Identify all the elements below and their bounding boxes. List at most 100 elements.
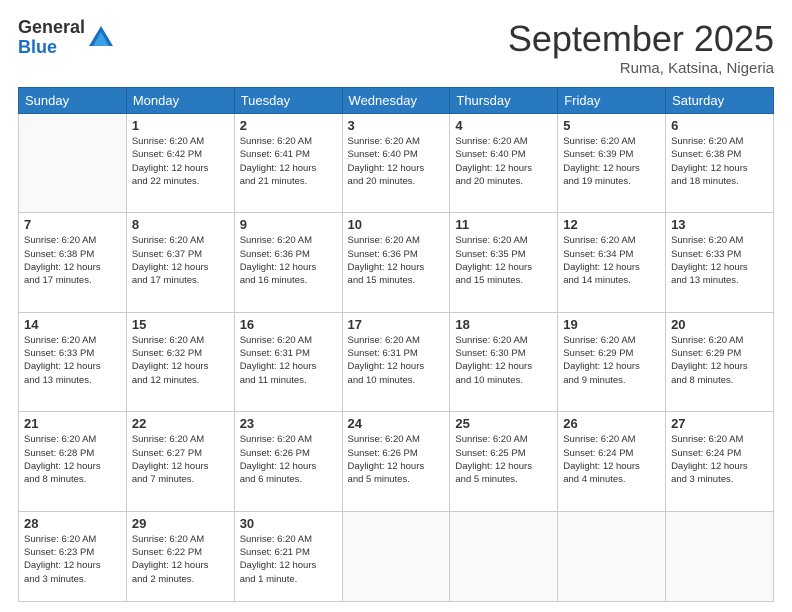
day-number: 1 [132, 118, 229, 133]
calendar-cell: 20 Sunrise: 6:20 AM Sunset: 6:29 PM Dayli… [666, 312, 774, 411]
day-number: 3 [348, 118, 445, 133]
page: General Blue September 2025 Ruma, Katsin… [0, 0, 792, 612]
day-number: 15 [132, 317, 229, 332]
day-info: Sunrise: 6:20 AM Sunset: 6:40 PM Dayligh… [455, 135, 552, 188]
calendar-cell: 6Sunrise: 6:20 AM Sunset: 6:38 PM Daylig… [666, 114, 774, 213]
day-number: 27 [671, 416, 768, 431]
day-number: 21 [24, 416, 121, 431]
calendar-cell: 18 Sunrise: 6:20 AM Sunset: 6:30 PM Dayli… [450, 312, 558, 411]
day-info: Sunrise: 6:20 AM Sunset: 6:33 PM Dayligh… [24, 334, 121, 387]
calendar-cell: 15 Sunrise: 6:20 AM Sunset: 6:32 PM Dayli… [126, 312, 234, 411]
day-info: Sunrise: 6:20 AM Sunset: 6:24 PM Dayligh… [671, 433, 768, 486]
week-row-4: 21 Sunrise: 6:20 AM Sunset: 6:28 PM Dayli… [19, 412, 774, 511]
calendar-cell: 7 Sunrise: 6:20 AM Sunset: 6:38 PM Daylig… [19, 213, 127, 312]
calendar-cell: 2Sunrise: 6:20 AM Sunset: 6:41 PM Daylig… [234, 114, 342, 213]
day-number: 13 [671, 217, 768, 232]
calendar-cell: 5Sunrise: 6:20 AM Sunset: 6:39 PM Daylig… [558, 114, 666, 213]
calendar-cell: 21 Sunrise: 6:20 AM Sunset: 6:28 PM Dayli… [19, 412, 127, 511]
day-number: 26 [563, 416, 660, 431]
day-number: 6 [671, 118, 768, 133]
day-number: 24 [348, 416, 445, 431]
day-number: 12 [563, 217, 660, 232]
col-friday: Friday [558, 88, 666, 114]
calendar-cell: 28 Sunrise: 6:20 AM Sunset: 6:23 PM Dayli… [19, 511, 127, 601]
day-number: 20 [671, 317, 768, 332]
header: General Blue September 2025 Ruma, Katsin… [18, 18, 774, 77]
calendar-cell [342, 511, 450, 601]
day-number: 25 [455, 416, 552, 431]
day-number: 2 [240, 118, 337, 133]
calendar-cell: 4 Sunrise: 6:20 AM Sunset: 6:40 PM Daylig… [450, 114, 558, 213]
col-sunday: Sunday [19, 88, 127, 114]
calendar-cell: 8 Sunrise: 6:20 AM Sunset: 6:37 PM Daylig… [126, 213, 234, 312]
day-number: 28 [24, 516, 121, 531]
logo-blue: Blue [18, 38, 85, 58]
day-number: 8 [132, 217, 229, 232]
calendar-cell: 1 Sunrise: 6:20 AM Sunset: 6:42 PM Daylig… [126, 114, 234, 213]
week-row-2: 7 Sunrise: 6:20 AM Sunset: 6:38 PM Daylig… [19, 213, 774, 312]
day-info: Sunrise: 6:20 AM Sunset: 6:36 PM Dayligh… [348, 234, 445, 287]
calendar-cell: 24Sunrise: 6:20 AM Sunset: 6:26 PM Dayli… [342, 412, 450, 511]
calendar-cell: 3 Sunrise: 6:20 AM Sunset: 6:40 PM Daylig… [342, 114, 450, 213]
day-info: Sunrise: 6:20 AM Sunset: 6:34 PM Dayligh… [563, 234, 660, 287]
logo-icon [87, 24, 115, 52]
day-info: Sunrise: 6:20 AM Sunset: 6:29 PM Dayligh… [563, 334, 660, 387]
day-number: 9 [240, 217, 337, 232]
day-number: 14 [24, 317, 121, 332]
calendar-cell: 13Sunrise: 6:20 AM Sunset: 6:33 PM Dayli… [666, 213, 774, 312]
day-info: Sunrise: 6:20 AM Sunset: 6:31 PM Dayligh… [240, 334, 337, 387]
day-number: 10 [348, 217, 445, 232]
day-info: Sunrise: 6:20 AM Sunset: 6:21 PM Dayligh… [240, 533, 337, 586]
week-row-5: 28 Sunrise: 6:20 AM Sunset: 6:23 PM Dayli… [19, 511, 774, 601]
calendar-cell: 12 Sunrise: 6:20 AM Sunset: 6:34 PM Dayli… [558, 213, 666, 312]
day-info: Sunrise: 6:20 AM Sunset: 6:42 PM Dayligh… [132, 135, 229, 188]
day-info: Sunrise: 6:20 AM Sunset: 6:40 PM Dayligh… [348, 135, 445, 188]
day-number: 4 [455, 118, 552, 133]
day-info: Sunrise: 6:20 AM Sunset: 6:32 PM Dayligh… [132, 334, 229, 387]
month-title: September 2025 [508, 18, 774, 60]
day-number: 19 [563, 317, 660, 332]
calendar-cell: 19 Sunrise: 6:20 AM Sunset: 6:29 PM Dayli… [558, 312, 666, 411]
day-number: 17 [348, 317, 445, 332]
logo-general: General [18, 18, 85, 38]
calendar-cell [19, 114, 127, 213]
col-thursday: Thursday [450, 88, 558, 114]
day-info: Sunrise: 6:20 AM Sunset: 6:28 PM Dayligh… [24, 433, 121, 486]
calendar-cell: 22 Sunrise: 6:20 AM Sunset: 6:27 PM Dayli… [126, 412, 234, 511]
day-info: Sunrise: 6:20 AM Sunset: 6:25 PM Dayligh… [455, 433, 552, 486]
day-number: 30 [240, 516, 337, 531]
calendar-cell: 29Sunrise: 6:20 AM Sunset: 6:22 PM Dayli… [126, 511, 234, 601]
day-info: Sunrise: 6:20 AM Sunset: 6:36 PM Dayligh… [240, 234, 337, 287]
day-info: Sunrise: 6:20 AM Sunset: 6:31 PM Dayligh… [348, 334, 445, 387]
day-number: 11 [455, 217, 552, 232]
title-block: September 2025 Ruma, Katsina, Nigeria [508, 18, 774, 77]
calendar-cell: 10 Sunrise: 6:20 AM Sunset: 6:36 PM Dayli… [342, 213, 450, 312]
day-info: Sunrise: 6:20 AM Sunset: 6:35 PM Dayligh… [455, 234, 552, 287]
calendar-cell [450, 511, 558, 601]
calendar-cell [666, 511, 774, 601]
calendar-cell: 9 Sunrise: 6:20 AM Sunset: 6:36 PM Daylig… [234, 213, 342, 312]
week-row-3: 14 Sunrise: 6:20 AM Sunset: 6:33 PM Dayli… [19, 312, 774, 411]
day-number: 22 [132, 416, 229, 431]
day-info: Sunrise: 6:20 AM Sunset: 6:30 PM Dayligh… [455, 334, 552, 387]
calendar-cell: 23Sunrise: 6:20 AM Sunset: 6:26 PM Dayli… [234, 412, 342, 511]
calendar-table: Sunday Monday Tuesday Wednesday Thursday… [18, 87, 774, 602]
calendar-cell: 14 Sunrise: 6:20 AM Sunset: 6:33 PM Dayli… [19, 312, 127, 411]
day-number: 7 [24, 217, 121, 232]
calendar-cell: 25 Sunrise: 6:20 AM Sunset: 6:25 PM Dayli… [450, 412, 558, 511]
calendar-cell: 27 Sunrise: 6:20 AM Sunset: 6:24 PM Dayli… [666, 412, 774, 511]
logo: General Blue [18, 18, 115, 58]
header-row: Sunday Monday Tuesday Wednesday Thursday… [19, 88, 774, 114]
col-saturday: Saturday [666, 88, 774, 114]
day-info: Sunrise: 6:20 AM Sunset: 6:23 PM Dayligh… [24, 533, 121, 586]
day-info: Sunrise: 6:20 AM Sunset: 6:27 PM Dayligh… [132, 433, 229, 486]
day-info: Sunrise: 6:20 AM Sunset: 6:37 PM Dayligh… [132, 234, 229, 287]
col-tuesday: Tuesday [234, 88, 342, 114]
day-number: 29 [132, 516, 229, 531]
day-number: 16 [240, 317, 337, 332]
day-number: 18 [455, 317, 552, 332]
calendar-cell: 16 Sunrise: 6:20 AM Sunset: 6:31 PM Dayli… [234, 312, 342, 411]
calendar-cell: 11 Sunrise: 6:20 AM Sunset: 6:35 PM Dayli… [450, 213, 558, 312]
day-info: Sunrise: 6:20 AM Sunset: 6:29 PM Dayligh… [671, 334, 768, 387]
day-info: Sunrise: 6:20 AM Sunset: 6:38 PM Dayligh… [24, 234, 121, 287]
